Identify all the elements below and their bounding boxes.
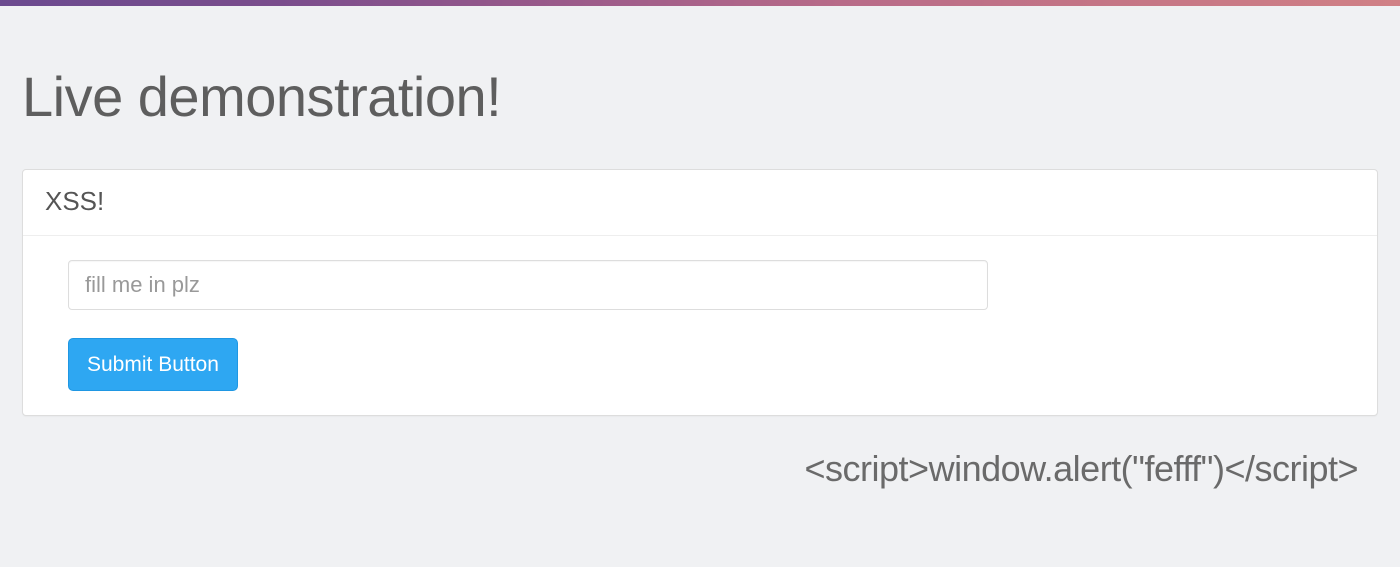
panel-body: Submit Button [23, 236, 1377, 415]
panel-title: XSS! [45, 186, 1355, 217]
xss-input[interactable] [68, 260, 988, 310]
main-container: Live demonstration! XSS! Submit Button <… [0, 6, 1400, 510]
output-text: <script>window.alert("fefff")</script> [22, 448, 1378, 490]
page-title: Live demonstration! [22, 64, 1378, 129]
demo-panel: XSS! Submit Button [22, 169, 1378, 416]
submit-button[interactable]: Submit Button [68, 338, 238, 391]
panel-heading: XSS! [23, 170, 1377, 236]
